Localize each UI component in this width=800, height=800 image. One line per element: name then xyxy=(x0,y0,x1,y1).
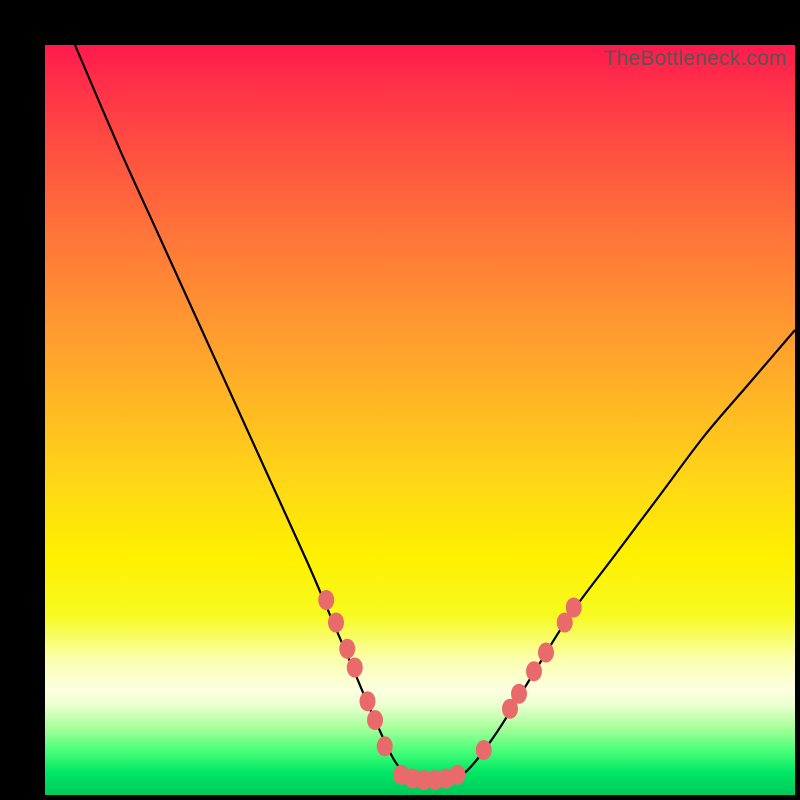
curve-dot xyxy=(318,590,334,610)
curve-dot xyxy=(367,710,383,730)
curve-dot xyxy=(377,736,393,756)
curve-dot xyxy=(511,684,527,704)
curve-data-dots xyxy=(318,590,582,790)
curve-dot xyxy=(347,658,363,678)
curve-dot xyxy=(328,613,344,633)
curve-dot xyxy=(339,639,355,659)
curve-dot xyxy=(538,643,554,663)
curve-dot xyxy=(476,740,492,760)
bottleneck-curve-svg xyxy=(45,45,795,795)
curve-dot xyxy=(566,598,582,618)
chart-frame: TheBottleneck.com xyxy=(20,20,780,780)
bottleneck-curve xyxy=(75,45,795,781)
curve-dot xyxy=(450,765,466,785)
plot-area: TheBottleneck.com xyxy=(45,45,795,795)
curve-dot xyxy=(526,661,542,681)
curve-dot xyxy=(360,691,376,711)
